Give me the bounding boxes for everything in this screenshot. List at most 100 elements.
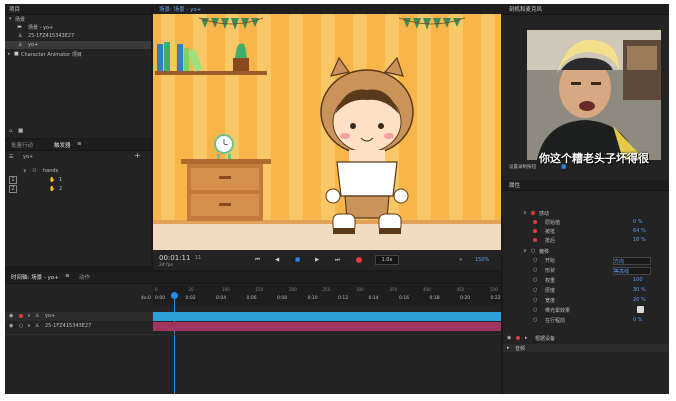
record-arm-icon[interactable] [533,229,537,233]
prop-row[interactable]: ○ 厚度 30 % [503,286,669,294]
tab-actions[interactable]: 动作 [79,273,90,281]
record-arm-icon[interactable]: ○ [533,307,537,313]
chevron-down-icon[interactable]: ∨ [523,248,527,254]
eye-icon[interactable]: ◉ [9,323,13,329]
tab-menu-icon[interactable]: ≡ [65,273,70,279]
record-arm-icon[interactable]: ○ [19,323,23,329]
prop-row[interactable]: 被抵 64 % [503,227,669,235]
list-item[interactable]: ♙ 25-1FZ415343E27 [5,32,151,40]
eye-icon[interactable]: ◉ [9,313,13,319]
dropdown[interactable]: 方向 [613,257,651,265]
ruler-frame-label: 150 [255,287,264,292]
fast-forward-icon[interactable]: » [459,257,462,263]
play-icon[interactable]: ▶ [315,257,319,263]
prop-row[interactable]: 抵后 16 % [503,236,669,244]
tab-batch[interactable]: 批量行动 [11,141,33,149]
step-back-icon[interactable]: ◀ [275,257,279,263]
record-arm-icon[interactable]: ○ [533,317,537,323]
blue-toggle-icon[interactable]: ■ [561,164,566,170]
timecode[interactable]: 00:01:11 [159,254,190,262]
step-forward-icon[interactable]: ⏭ [335,257,340,263]
prop-row[interactable]: ○ 形状 等高线 [503,266,669,275]
ruler-tick-label: 0:22 [490,296,501,301]
playhead-handle[interactable] [171,292,178,299]
record-arm-icon[interactable]: ○ [533,257,537,263]
track-header[interactable]: ◉ ∨ ♙ yo+ [5,312,153,321]
tab-triggers[interactable]: 触发器 [54,141,71,149]
prop-row[interactable]: ○ 带光晕效果 [503,306,669,314]
list-item[interactable]: ▸ ■ Character Animator 项目 [5,50,151,58]
trigger-group[interactable]: ∨ ⚇ hands [5,167,151,175]
frame-number: 11 [195,255,202,261]
ruler-tick-label: 0:08 [277,296,288,301]
folder-icon: ▾ [9,16,12,22]
prop-row[interactable]: ○ 在行程前 0 % [503,316,669,324]
checkbox[interactable] [637,306,644,313]
record-arm-icon[interactable]: ○ [533,277,537,283]
device-row[interactable]: ◉ ▸ 根据设备 [503,334,669,342]
prop-section[interactable]: ∨ ○ 偏移 [503,247,669,255]
audio-row[interactable]: ▸ 音频 [503,344,669,352]
ruler-tick-label: 0:20 [460,296,471,301]
track-name: 25-1FZ415343E27 [45,323,92,329]
new-folder-icon[interactable]: ■ [18,128,23,134]
add-icon[interactable]: + [134,152,141,160]
record-arm-icon[interactable]: ○ [533,287,537,293]
playhead[interactable] [174,293,175,394]
ruler-frame-label: 350 [389,287,398,292]
camera-mic-title: 刻机和麦克风 [509,7,543,13]
ruler-tick-label: 0:02 [185,296,196,301]
trigger-row[interactable]: 1 ✋ 1 [5,176,151,184]
record-arm-icon[interactable] [531,211,535,215]
chevron-down-icon[interactable]: ∨ [27,323,31,329]
tab-timeline[interactable]: 时间轴: 场景 - yo+ [11,273,59,281]
speed-field[interactable]: 1.0x [375,255,399,265]
record-icon[interactable] [356,257,362,263]
camera-preview [527,30,661,160]
stage-area [153,14,501,252]
fps-label: 24 fps [159,263,173,268]
list-item[interactable]: ▾ 场景 [5,15,151,23]
stage-tab[interactable]: 场景: 场景 - yo+ [159,5,201,13]
record-arm-icon[interactable]: ○ [533,267,537,273]
trigger-key[interactable]: 2 [9,185,17,193]
record-arm-icon[interactable]: ○ [531,248,535,254]
record-setting-label[interactable]: 设置录制按钮 [509,164,536,170]
track-bar-25[interactable] [153,322,501,331]
prop-row[interactable]: ○ 开始 方向 [503,256,669,265]
record-arm-icon[interactable] [516,336,520,340]
list-item[interactable]: ▬ 场景 - yo+ [5,23,151,31]
hand-icon: ✋ [49,177,56,183]
trigger-root[interactable]: ☰ yo+ + [5,152,151,161]
ruler-frame-label: 0 [155,287,158,292]
chevron-right-icon[interactable]: ▸ [507,345,510,351]
ruler-tick-label: 0:00 [155,296,166,301]
tab-menu-icon[interactable]: ≡ [77,141,82,147]
record-arm-icon[interactable] [19,314,23,318]
trigger-key[interactable]: 1 [9,176,17,184]
record-arm-icon[interactable] [533,220,537,224]
record-arm-icon[interactable] [533,238,537,242]
prop-row[interactable]: 原始值 0 % [503,218,669,226]
chevron-down-icon[interactable]: ∨ [27,313,31,319]
ruler-left-label: 4x:0 [141,296,151,301]
go-to-start-icon[interactable]: ⏮ [255,257,260,263]
chevron-right-icon[interactable]: ▸ [8,51,11,57]
stop-icon[interactable]: ■ [295,257,300,263]
track-bar-yo[interactable] [153,312,501,321]
prop-row[interactable]: ○ 权重 100 [503,276,669,284]
eye-icon[interactable]: ◉ [507,335,511,341]
prop-section[interactable]: ∨ 感动 [503,209,669,217]
zoom-level[interactable]: 150% [475,257,489,263]
chevron-down-icon[interactable]: ∨ [23,168,27,174]
chevron-right-icon[interactable]: ▸ [525,335,528,341]
dropdown[interactable]: 等高线 [613,267,651,275]
list-item-selected[interactable]: ♙ yo+ [5,41,151,49]
trigger-row[interactable]: 2 ✋ 2 [5,185,151,193]
prop-row[interactable]: ○ 宽度 20 % [503,296,669,304]
track-header[interactable]: ◉ ○ ∨ ♙ 25-1FZ415343E27 [5,322,153,331]
ruler-frame-label: 200 [289,287,297,292]
chevron-down-icon[interactable]: ∨ [523,210,527,216]
import-icon[interactable]: ⌂ [9,128,13,134]
record-arm-icon[interactable]: ○ [533,297,537,303]
